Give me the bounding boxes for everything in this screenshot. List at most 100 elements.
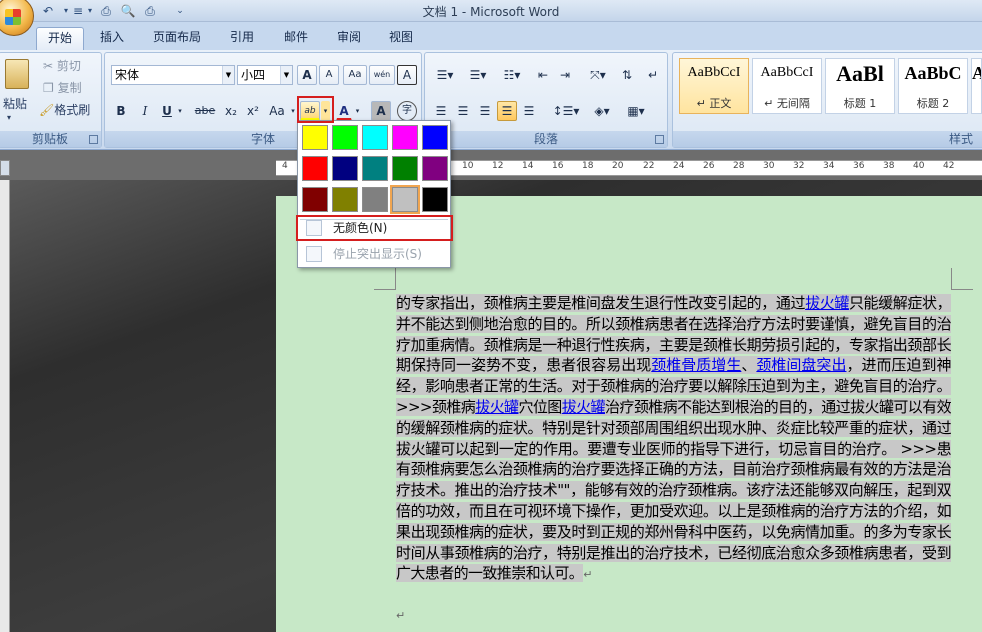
font-size-combo[interactable]: 小四 ▼ — [237, 65, 293, 85]
underline-button[interactable]: U — [159, 101, 175, 121]
tab-home[interactable]: 开始 — [36, 27, 84, 50]
ruler-tick-label: 32 — [793, 161, 805, 171]
ruler-tick-label: 26 — [703, 161, 715, 171]
tab-selector[interactable] — [0, 160, 10, 176]
clear-format-button[interactable]: Aa — [343, 65, 367, 85]
character-shading-button[interactable]: A — [371, 101, 391, 121]
tab-view[interactable]: 视图 — [377, 27, 425, 50]
chevron-down-icon: ▼ — [280, 66, 292, 84]
tab-mailings[interactable]: 邮件 — [272, 27, 320, 50]
italic-button[interactable]: I — [135, 101, 155, 121]
color-swatch[interactable] — [422, 187, 448, 212]
shrink-font-button[interactable]: A — [319, 65, 339, 85]
paste-button[interactable]: 粘贴 — [3, 95, 27, 112]
font-color-dropdown-icon[interactable]: ▾ — [353, 101, 362, 121]
show-marks-icon[interactable]: ↵ — [643, 65, 663, 85]
strikethrough-button[interactable]: abe — [191, 101, 219, 121]
no-color-callout — [296, 215, 453, 241]
bullets-button[interactable]: ☰▾ — [431, 65, 459, 85]
hyperlink[interactable]: 颈椎骨质增生 — [651, 356, 742, 374]
quick-print-icon[interactable]: ⎙ — [142, 3, 158, 19]
chinese-layout-icon: ⤧ — [590, 68, 600, 82]
color-swatch[interactable] — [422, 156, 448, 181]
undo-icon[interactable]: ↶ — [40, 3, 56, 19]
chinese-layout-button[interactable]: ⤧▾ — [583, 65, 613, 85]
align-right-icon[interactable]: ☰ — [475, 101, 495, 121]
shading-button[interactable]: ◈▾ — [587, 101, 617, 121]
color-swatch[interactable] — [332, 156, 358, 181]
customize-qat-icon[interactable]: ⌄ — [172, 3, 188, 19]
ruler-tick-label: 22 — [643, 161, 655, 171]
color-swatch[interactable] — [302, 187, 328, 212]
align-left-icon[interactable]: ☰ — [431, 101, 451, 121]
clipboard-group-label: 剪贴板 — [0, 131, 101, 147]
scissors-icon: ✂ — [43, 59, 54, 73]
font-name-combo[interactable]: 宋体 ▼ — [111, 65, 235, 85]
distributed-icon[interactable]: ☰ — [519, 101, 539, 121]
color-swatch[interactable] — [362, 125, 388, 150]
style-heading-1[interactable]: AaBl 标题 1 — [825, 58, 895, 114]
subscript-button[interactable]: x₂ — [221, 101, 241, 121]
character-border-button[interactable]: A — [397, 65, 417, 85]
justify-icon[interactable]: ☰ — [497, 101, 517, 121]
borders-button[interactable]: ▦▾ — [621, 101, 651, 121]
font-color-button[interactable]: A — [336, 101, 352, 121]
tab-page-layout[interactable]: 页面布局 — [142, 27, 212, 50]
increase-indent-icon[interactable]: ⇥ — [555, 65, 575, 85]
paste-icon — [5, 59, 29, 89]
paste-dropdown-icon[interactable]: ▾ — [7, 113, 11, 122]
ruler-tick-label: 42 — [943, 161, 955, 171]
hyperlink[interactable]: 拔火罐 — [475, 398, 519, 416]
color-swatch[interactable] — [422, 125, 448, 150]
ruler-tick-label: 24 — [673, 161, 685, 171]
redo-dropdown-icon[interactable]: ▾ — [82, 3, 98, 19]
color-swatch[interactable] — [362, 187, 388, 212]
copy-button[interactable]: ❐ 复制 — [43, 79, 82, 96]
cut-button[interactable]: ✂ 剪切 — [43, 57, 81, 74]
enclose-characters-button[interactable]: 字 — [397, 101, 417, 121]
sort-icon[interactable]: ⇅ — [617, 65, 637, 85]
style-normal[interactable]: AaBbCcI ↵ 正文 — [679, 58, 749, 114]
color-swatch[interactable] — [362, 156, 388, 181]
multilevel-list-button[interactable]: ☷▾ — [497, 65, 527, 85]
style-more[interactable]: A — [971, 58, 982, 114]
phonetic-guide-button[interactable]: wén — [369, 65, 395, 85]
color-swatch[interactable] — [302, 156, 328, 181]
hyperlink[interactable]: 拔火罐 — [562, 398, 606, 416]
tab-references[interactable]: 引用 — [218, 27, 266, 50]
change-case-button[interactable]: Aa — [265, 101, 289, 121]
print-preview-icon[interactable]: 🔍 — [120, 3, 136, 19]
ruler-tick-label: 28 — [733, 161, 745, 171]
line-spacing-button[interactable]: ↕☰▾ — [551, 101, 581, 121]
superscript-button[interactable]: x² — [243, 101, 263, 121]
clipboard-launcher-icon[interactable] — [89, 135, 98, 144]
tab-review[interactable]: 审阅 — [325, 27, 373, 50]
paragraph-group: ☰▾ ☰▾ ☷▾ ⇤ ⇥ ⤧▾ ⇅ ↵ ☰ ☰ ☰ ☰ ☰ ↕☰▾ ◈▾ ▦▾ … — [424, 52, 668, 148]
grow-font-button[interactable]: A — [297, 65, 317, 85]
color-swatch[interactable] — [390, 185, 420, 214]
decrease-indent-icon[interactable]: ⇤ — [533, 65, 553, 85]
print-icon[interactable]: ⎙ — [98, 3, 114, 19]
style-heading-2[interactable]: AaBbC 标题 2 — [898, 58, 968, 114]
ribbon-tabs: 开始 插入 页面布局 引用 邮件 审阅 视图 — [0, 22, 982, 50]
align-center-icon[interactable]: ☰ — [453, 101, 473, 121]
paragraph-launcher-icon[interactable] — [655, 135, 664, 144]
swatch-box-icon — [306, 246, 322, 262]
numbering-button[interactable]: ☰▾ — [463, 65, 493, 85]
color-swatch[interactable] — [302, 125, 328, 150]
tab-insert[interactable]: 插入 — [88, 27, 136, 50]
color-swatch[interactable] — [392, 125, 418, 150]
stop-highlight-item[interactable]: 停止突出显示(S) — [300, 243, 448, 265]
change-case-dropdown-icon[interactable]: ▾ — [289, 101, 297, 121]
underline-dropdown-icon[interactable]: ▾ — [175, 101, 185, 121]
color-swatch[interactable] — [332, 125, 358, 150]
hyperlink[interactable]: 颈椎间盘突出 — [756, 356, 847, 374]
bold-button[interactable]: B — [111, 101, 131, 121]
color-swatch[interactable] — [332, 187, 358, 212]
hyperlink[interactable]: 拔火罐 — [805, 294, 849, 312]
format-painter-button[interactable]: 🖌格式刷 — [39, 101, 90, 118]
document-body[interactable]: 的专家指出，颈椎病主要是椎间盘发生退行性改变引起的，通过拔火罐只能缓解症状，并不… — [396, 293, 952, 586]
style-no-spacing[interactable]: AaBbCcI ↵ 无间隔 — [752, 58, 822, 114]
color-swatch[interactable] — [392, 156, 418, 181]
highlighted-text: 的专家指出，颈椎病主要是椎间盘发生退行性改变引起的，通过拔火罐只能缓解症状，并不… — [396, 294, 952, 583]
